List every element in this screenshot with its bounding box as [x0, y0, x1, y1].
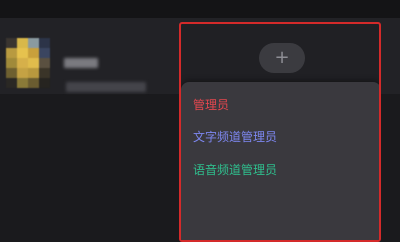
avatar-pixel: [28, 58, 39, 68]
avatar-pixel: [6, 68, 17, 78]
avatar-pixel: [39, 38, 50, 48]
avatar-pixel: [6, 48, 17, 58]
add-role-button[interactable]: +: [259, 43, 305, 73]
role-panel: + 管理员 文字频道管理员 语音频道管理员: [179, 22, 381, 242]
avatar-pixel: [28, 38, 39, 48]
role-dropdown-menu: 管理员 文字频道管理员 语音频道管理员: [181, 82, 379, 240]
avatar-pixel: [17, 58, 28, 68]
avatar-pixel: [39, 48, 50, 58]
avatar-pixel: [17, 38, 28, 48]
avatar-pixel: [28, 48, 39, 58]
avatar-pixel: [28, 68, 39, 78]
avatar-pixel: [6, 78, 17, 88]
role-option-admin[interactable]: 管理员: [193, 97, 229, 113]
avatar-pixel: [39, 78, 50, 88]
plus-icon: +: [274, 47, 290, 68]
avatar-pixel: [39, 68, 50, 78]
avatar-pixel: [6, 38, 17, 48]
top-bar: [0, 0, 400, 18]
member-name-blurred: [64, 58, 98, 68]
avatar-pixel: [17, 48, 28, 58]
avatar-pixel: [39, 58, 50, 68]
member-subtitle-blurred: [66, 82, 146, 92]
avatar-pixel: [28, 78, 39, 88]
avatar-pixel: [17, 68, 28, 78]
role-option-voice-channel-admin[interactable]: 语音频道管理员: [193, 162, 277, 178]
avatar[interactable]: [6, 38, 50, 88]
avatar-pixel: [17, 78, 28, 88]
role-option-text-channel-admin[interactable]: 文字频道管理员: [193, 129, 277, 145]
avatar-pixel: [6, 58, 17, 68]
